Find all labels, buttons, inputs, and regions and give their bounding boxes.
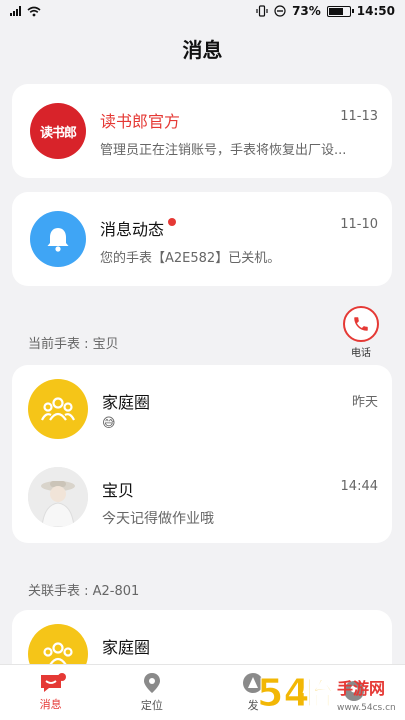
chat-row[interactable]: 家庭圈 😅 昨天 bbox=[12, 379, 392, 439]
phone-icon bbox=[354, 317, 368, 331]
official-message-card[interactable]: 读书郎 读书郎官方 管理员正在注销账号，手表将恢复出厂设... 11-13 bbox=[12, 84, 392, 178]
site-watermark: 54 怡 手游网 www.54cs.cn bbox=[253, 664, 403, 718]
official-logo: 读书郎 bbox=[30, 103, 86, 159]
svg-text:怡: 怡 bbox=[303, 677, 333, 712]
tab-label: 消息 bbox=[39, 698, 62, 711]
official-preview: 管理员正在注销账号，手表将恢复出厂设... bbox=[100, 143, 347, 158]
chat-time: 昨天 bbox=[351, 395, 378, 410]
official-row[interactable]: 读书郎 读书郎官方 管理员正在注销账号，手表将恢复出厂设... 11-13 bbox=[12, 103, 392, 159]
svg-text:www.54cs.cn: www.54cs.cn bbox=[337, 703, 396, 713]
current-watch-card: 家庭圈 😅 昨天 宝贝 今天记得做作业哦 14:44 bbox=[12, 365, 392, 543]
battery-icon bbox=[326, 5, 354, 17]
group-icon bbox=[28, 379, 88, 439]
chat-row[interactable]: 宝贝 今天记得做作业哦 14:44 bbox=[12, 467, 392, 528]
logo-text: 读书郎 bbox=[39, 125, 77, 141]
dynamics-message-card[interactable]: 消息动态 您的手表【A2E582】已关机。 11-10 bbox=[12, 192, 392, 286]
chat-name: 家庭圈 bbox=[102, 393, 151, 412]
bell-icon bbox=[30, 211, 86, 267]
chat-name: 家庭圈 bbox=[102, 638, 151, 657]
wifi-icon bbox=[27, 6, 41, 16]
location-icon bbox=[143, 673, 160, 693]
dynamics-row[interactable]: 消息动态 您的手表【A2E582】已关机。 11-10 bbox=[12, 211, 392, 267]
dnd-icon bbox=[274, 5, 286, 17]
unread-dot bbox=[168, 218, 177, 226]
dynamics-preview: 您的手表【A2E582】已关机。 bbox=[100, 251, 281, 266]
vibrate-icon bbox=[256, 5, 268, 17]
dynamics-name: 消息动态 bbox=[100, 220, 165, 239]
svg-text:手游网: 手游网 bbox=[337, 679, 385, 698]
tab-label: 定位 bbox=[140, 699, 163, 712]
linked-watch-label: 关联手表 : A2-801 bbox=[28, 584, 140, 599]
dynamics-time: 11-10 bbox=[340, 217, 378, 232]
tab-unread-dot bbox=[58, 673, 66, 681]
status-bar: 73% 14:50 bbox=[0, 0, 405, 22]
official-time: 11-13 bbox=[340, 109, 378, 124]
battery-percent: 73% bbox=[292, 4, 321, 18]
call-button[interactable] bbox=[343, 306, 379, 342]
tab-messages[interactable]: 消息 bbox=[0, 665, 101, 720]
clock: 14:50 bbox=[356, 4, 395, 18]
page-title: 消息 bbox=[182, 37, 223, 62]
signal-icon bbox=[10, 6, 21, 16]
chat-time: 14:44 bbox=[340, 479, 378, 494]
tab-location[interactable]: 定位 bbox=[101, 665, 202, 720]
chat-preview: 今天记得做作业哦 bbox=[102, 511, 214, 527]
call-label: 电话 bbox=[351, 348, 371, 359]
svg-text:54: 54 bbox=[257, 671, 310, 715]
photo-avatar bbox=[28, 467, 88, 527]
current-watch-label: 当前手表 : 宝贝 bbox=[28, 337, 119, 352]
chat-preview: 😅 bbox=[102, 416, 116, 431]
